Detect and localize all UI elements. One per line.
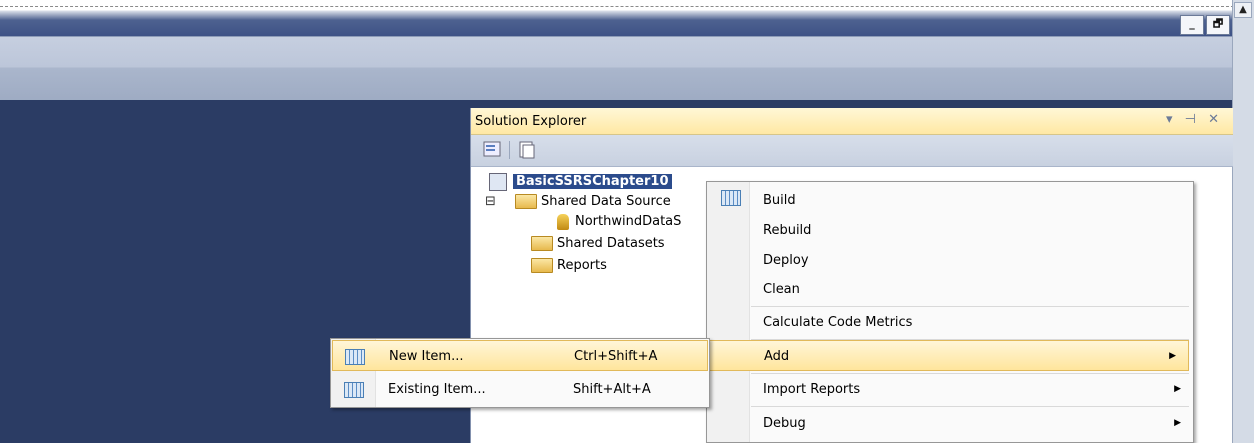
tree-project-node[interactable]: BasicSSRSChapter10 <box>489 172 672 192</box>
menu-label: Rebuild <box>763 223 812 238</box>
collapse-toggle[interactable]: ⊟ <box>485 192 515 212</box>
restore-button[interactable]: 🗗 <box>1206 15 1230 35</box>
show-all-files-icon[interactable] <box>517 141 537 159</box>
minimize-button[interactable]: _ <box>1180 15 1204 35</box>
reports-label: Reports <box>557 258 607 273</box>
scroll-up-button[interactable]: ▲ <box>1234 2 1252 18</box>
tree-reports[interactable]: Reports <box>531 256 607 276</box>
folder-open-icon <box>515 194 537 209</box>
tree-data-source[interactable]: NorthwindDataS <box>557 212 681 232</box>
data-source-label: NorthwindDataS <box>575 214 682 229</box>
folder-icon <box>531 258 553 273</box>
menu-label: Deploy <box>763 253 809 268</box>
menu-shortcut: Shift+Alt+A <box>573 382 651 397</box>
menu-label: New Item... <box>389 349 464 364</box>
menu-item-build[interactable]: Build <box>707 185 1193 216</box>
menu-label: Import Reports <box>763 382 861 397</box>
menu-item-deploy[interactable]: Deploy <box>707 245 1193 276</box>
menu-item-debug[interactable]: Debug ▶ <box>707 408 1193 439</box>
menu-label: Debug <box>763 416 806 431</box>
existing-item-icon <box>344 382 364 398</box>
tree-shared-datasets[interactable]: Shared Datasets <box>531 234 665 254</box>
menu-item-add[interactable]: Add ▶ <box>709 340 1189 371</box>
menu-item-import-reports[interactable]: Import Reports ▶ <box>707 374 1193 405</box>
menu-label: Add <box>764 349 790 364</box>
folder-icon <box>531 236 553 251</box>
menu-item-calculate-code-metrics[interactable]: Calculate Code Metrics <box>707 307 1193 338</box>
menu-separator <box>751 406 1189 407</box>
tree-shared-data-sources[interactable]: ⊟ Shared Data Source <box>485 192 671 212</box>
new-item-icon <box>345 349 365 365</box>
menu-item-rebuild[interactable]: Rebuild <box>707 215 1193 246</box>
submenu-arrow-icon: ▶ <box>1174 384 1181 394</box>
menu-item-clean[interactable]: Clean <box>707 274 1193 305</box>
solution-explorer-header: Solution Explorer ▾ ⊣ ✕ <box>471 108 1233 135</box>
toolbar-divider <box>509 141 510 159</box>
menu-label: Build <box>763 193 796 208</box>
menu-label: Calculate Code Metrics <box>763 315 913 330</box>
panel-title: Solution Explorer <box>475 114 587 129</box>
data-source-icon <box>557 213 569 230</box>
vertical-scrollbar[interactable] <box>1232 0 1254 443</box>
submenu-arrow-icon: ▶ <box>1174 418 1181 428</box>
project-icon <box>489 172 507 191</box>
project-context-menu: Build Rebuild Deploy Clean Calculate Cod… <box>706 181 1194 443</box>
menu-label: Clean <box>763 282 800 297</box>
project-label: BasicSSRSChapter10 <box>513 174 672 189</box>
toolbar-area <box>0 36 1232 100</box>
panel-controls[interactable]: ▾ ⊣ ✕ <box>1166 112 1223 127</box>
menu-item-new-item[interactable]: New Item... Ctrl+Shift+A <box>332 340 708 371</box>
add-submenu: New Item... Ctrl+Shift+A Existing Item..… <box>330 338 710 408</box>
shared-datasets-label: Shared Datasets <box>557 236 665 251</box>
solution-explorer-toolbar <box>471 135 1233 167</box>
dashed-guide-line <box>0 6 1254 7</box>
menu-shortcut: Ctrl+Shift+A <box>574 349 658 364</box>
shared-data-sources-label: Shared Data Source <box>541 194 671 209</box>
menu-item-existing-item[interactable]: Existing Item... Shift+Alt+A <box>331 374 709 405</box>
menu-label: Existing Item... <box>388 382 486 397</box>
properties-icon[interactable] <box>483 141 503 159</box>
window-controls: _ 🗗 <box>1180 15 1232 35</box>
submenu-arrow-icon: ▶ <box>1169 351 1176 361</box>
